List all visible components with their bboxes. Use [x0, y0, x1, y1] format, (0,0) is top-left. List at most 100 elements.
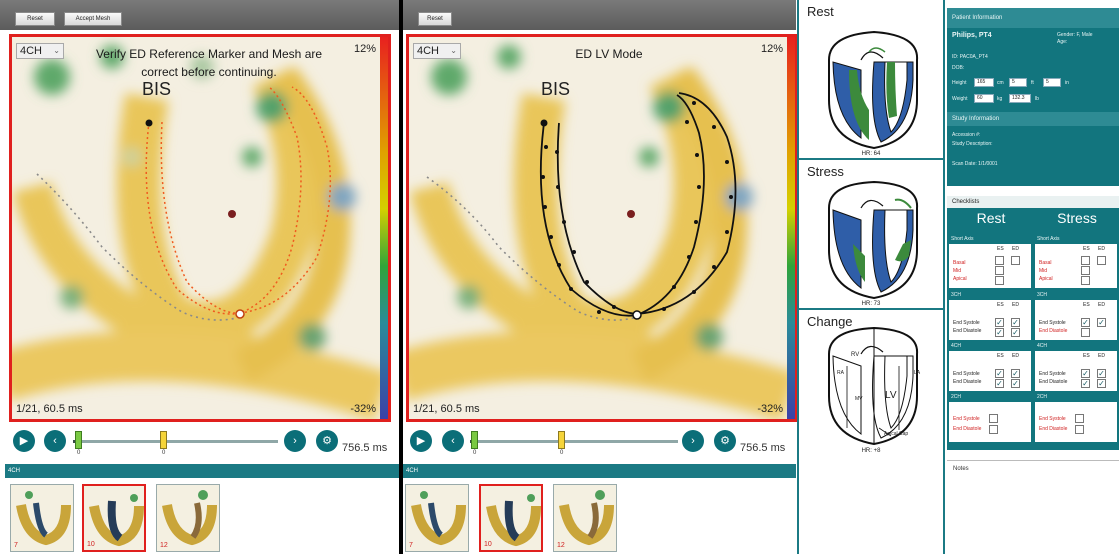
accept-mesh-button[interactable]: Accept Mesh	[64, 12, 122, 26]
view-select-value: 4CH	[417, 45, 440, 57]
end-systole-item: End Systole	[953, 416, 980, 422]
checkbox[interactable]	[1081, 256, 1090, 265]
change-label-la: LA	[914, 370, 921, 376]
2ch-label-rest: 2CH	[951, 394, 962, 400]
ed-col-label: ED	[1012, 246, 1019, 252]
checkbox[interactable]	[1081, 328, 1090, 337]
rest-diagram-panel[interactable]: Rest HR: 64	[799, 0, 943, 160]
es-marker[interactable]	[75, 431, 82, 449]
settings-gear-icon[interactable]: ⚙	[714, 430, 736, 452]
view-select-dropdown[interactable]: 4CH ⌄	[16, 43, 64, 59]
es-col-label: ES	[1083, 246, 1090, 252]
change-heart-diagram	[828, 326, 919, 446]
height-cm-input[interactable]: 165	[974, 78, 994, 87]
end-systole-item: End Systole	[1039, 371, 1066, 377]
checkbox-checked[interactable]: ✓	[995, 318, 1004, 327]
next-frame-button[interactable]: ›	[284, 430, 306, 452]
bis-label: BIS	[142, 79, 172, 99]
series-header: 4CH	[403, 464, 796, 478]
patient-gender: Gender: F, Male	[1057, 32, 1093, 38]
instruction-line-1: Verify ED Reference Marker and Mesh are	[95, 47, 323, 61]
view-select-dropdown[interactable]: 4CH ⌄	[413, 43, 461, 59]
checkbox-checked[interactable]: ✓	[1097, 369, 1106, 378]
checkbox[interactable]	[995, 256, 1004, 265]
prev-frame-button[interactable]: ‹	[44, 430, 66, 452]
checkbox[interactable]	[989, 425, 998, 434]
checkbox-checked[interactable]: ✓	[1011, 328, 1020, 337]
left-image-pane: Reset Accept Mesh 4CH ⌄ Verify ED Refere…	[0, 0, 399, 554]
height-label: Height	[952, 80, 967, 86]
scale-max-label: 12%	[760, 43, 783, 55]
checkbox[interactable]	[1081, 266, 1090, 275]
checkbox[interactable]	[1075, 414, 1084, 423]
end-diastole-item: End Diastole	[1039, 426, 1068, 432]
checkbox-checked[interactable]: ✓	[1081, 369, 1090, 378]
settings-gear-icon[interactable]: ⚙	[316, 430, 338, 452]
height-in-input[interactable]: 5	[1043, 78, 1061, 87]
thumbnail-item-selected[interactable]: 10	[82, 484, 146, 552]
checkbox-checked[interactable]: ✓	[1081, 379, 1090, 388]
short-axis-label-stress: Short Axis	[1037, 236, 1060, 242]
ed-marker[interactable]	[558, 431, 565, 449]
checklist-item: Mid	[1039, 268, 1048, 274]
reset-button[interactable]: Reset	[15, 12, 55, 26]
mid-echo-viewport[interactable]: 4CH ⌄ ED LV Mode 12% -32% 1/21, 60.5 ms B…	[406, 34, 798, 422]
checkbox[interactable]	[995, 266, 1004, 275]
checkbox-checked[interactable]: ✓	[1097, 379, 1106, 388]
checkbox[interactable]	[1081, 276, 1090, 285]
checkbox-checked[interactable]: ✓	[1011, 369, 1020, 378]
change-label-rv: RV	[851, 352, 860, 358]
end-diastole-item: End Diastole	[1039, 379, 1068, 385]
checkbox-checked[interactable]: ✓	[995, 328, 1004, 337]
thumbnail-item-selected[interactable]: 10	[479, 484, 543, 552]
view-select-value: 4CH	[20, 45, 43, 57]
thumbnail-number: 10	[484, 541, 492, 548]
checkbox[interactable]	[995, 276, 1004, 285]
play-button[interactable]: ▶	[13, 430, 35, 452]
checkbox[interactable]	[989, 414, 998, 423]
left-echo-viewport[interactable]: 4CH ⌄ Verify ED Reference Marker and Mesh…	[9, 34, 391, 422]
thumbnail-item[interactable]: 7	[10, 484, 74, 552]
es-marker[interactable]	[471, 431, 478, 449]
weight-lb-input[interactable]: 132.3	[1009, 94, 1031, 103]
checklist-rest-header: Rest	[976, 210, 1006, 226]
ed-col-label: ED	[1098, 353, 1105, 359]
es-col-label: ES	[997, 353, 1004, 359]
stress-hr-label: HR: 73	[861, 301, 881, 307]
notes-panel[interactable]: Notes	[947, 460, 1119, 554]
stress-diagram-panel[interactable]: Stress HR: 73	[799, 160, 943, 310]
thumbnail-item[interactable]: 12	[553, 484, 617, 552]
weight-kg-input[interactable]: 60	[974, 94, 994, 103]
frame-slider[interactable]	[470, 440, 678, 443]
play-button[interactable]: ▶	[410, 430, 432, 452]
ed-marker[interactable]	[160, 431, 167, 449]
checklist-item: Basal	[1039, 260, 1052, 266]
checkbox-checked[interactable]: ✓	[995, 379, 1004, 388]
checkbox[interactable]	[1011, 256, 1020, 265]
thumbnail-item[interactable]: 12	[156, 484, 220, 552]
thumbnail-item[interactable]: 7	[405, 484, 469, 552]
checkbox[interactable]	[1097, 256, 1106, 265]
next-frame-button[interactable]: ›	[682, 430, 704, 452]
checkbox[interactable]	[1075, 425, 1084, 434]
checkbox-checked[interactable]: ✓	[1011, 318, 1020, 327]
thumbnail-number: 12	[557, 542, 565, 549]
ed-marker-label: 0	[560, 450, 564, 456]
checklists-title: Checklists	[947, 196, 1119, 208]
checkbox-checked[interactable]: ✓	[995, 369, 1004, 378]
patient-name: Philips, PT4	[952, 32, 992, 39]
series-header: 4CH	[5, 464, 399, 478]
prev-frame-button[interactable]: ‹	[442, 430, 464, 452]
es-col-label: ES	[1083, 302, 1090, 308]
reset-button[interactable]: Reset	[418, 12, 452, 26]
checkbox-checked[interactable]: ✓	[1011, 379, 1020, 388]
change-diagram-panel[interactable]: Change RV LV RA LA MV Apical Cap HR: +8	[799, 310, 943, 554]
short-axis-label-rest: Short Axis	[951, 236, 974, 242]
end-diastole-item: End Diastole	[953, 328, 982, 334]
height-ft-input[interactable]: 5	[1009, 78, 1027, 87]
es-col-label: ES	[997, 302, 1004, 308]
checkbox-checked[interactable]: ✓	[1097, 318, 1106, 327]
frame-slider[interactable]	[73, 440, 278, 443]
rest-hr-label: HR: 64	[861, 151, 881, 157]
checkbox-checked[interactable]: ✓	[1081, 318, 1090, 327]
